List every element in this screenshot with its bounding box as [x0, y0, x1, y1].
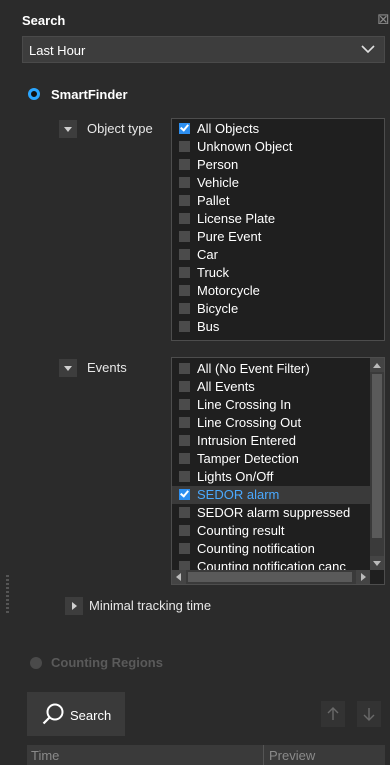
- arrow-down-icon: [363, 708, 375, 721]
- search-button[interactable]: Search: [27, 692, 125, 736]
- list-item[interactable]: Pallet: [172, 192, 384, 210]
- resize-grip[interactable]: [6, 575, 9, 615]
- list-item[interactable]: Intrusion Entered: [172, 432, 371, 450]
- list-item[interactable]: Line Crossing Out: [172, 414, 371, 432]
- object-type-expand-button[interactable]: [59, 120, 77, 138]
- tracking-expand-button[interactable]: [65, 597, 83, 615]
- list-item[interactable]: Truck: [172, 264, 384, 282]
- column-divider[interactable]: [263, 745, 264, 765]
- checkbox[interactable]: [179, 435, 190, 446]
- column-header-time[interactable]: Time: [31, 748, 59, 763]
- list-item[interactable]: All Objects: [172, 120, 384, 138]
- scroll-down-icon[interactable]: [370, 556, 384, 570]
- list-item[interactable]: All Events: [172, 378, 371, 396]
- scroll-thumb[interactable]: [372, 374, 382, 538]
- object-type-label: Object type: [87, 121, 153, 136]
- results-table-header: Time Preview: [27, 745, 385, 765]
- events-horizontal-scrollbar[interactable]: [172, 570, 370, 584]
- checkbox[interactable]: [179, 381, 190, 392]
- checkbox[interactable]: [179, 213, 190, 224]
- arrow-up-icon: [327, 707, 339, 720]
- list-item[interactable]: All (No Event Filter): [172, 360, 371, 378]
- search-icon: [42, 703, 64, 725]
- chevron-down-icon: [361, 45, 375, 54]
- time-range-dropdown[interactable]: Last Hour: [22, 36, 385, 63]
- tracking-label: Minimal tracking time: [89, 598, 212, 613]
- checkbox[interactable]: [179, 321, 190, 332]
- list-item[interactable]: License Plate: [172, 210, 384, 228]
- list-item[interactable]: Person: [172, 156, 384, 174]
- checkbox[interactable]: [179, 123, 190, 134]
- time-range-value: Last Hour: [29, 43, 86, 58]
- checkbox[interactable]: [179, 363, 190, 374]
- checkbox[interactable]: [179, 159, 190, 170]
- events-vertical-scrollbar[interactable]: [370, 358, 384, 570]
- scroll-up-icon[interactable]: [370, 358, 384, 372]
- checkbox[interactable]: [179, 543, 190, 554]
- checkbox[interactable]: [179, 417, 190, 428]
- list-item[interactable]: Line Crossing In: [172, 396, 371, 414]
- list-item[interactable]: Tamper Detection: [172, 450, 371, 468]
- checkbox[interactable]: [179, 249, 190, 260]
- checkbox[interactable]: [179, 285, 190, 296]
- checkbox[interactable]: [179, 489, 190, 500]
- checkbox[interactable]: [179, 141, 190, 152]
- list-item[interactable]: Bus: [172, 318, 384, 336]
- list-item[interactable]: Counting notification: [172, 540, 371, 558]
- checkbox[interactable]: [179, 177, 190, 188]
- checkbox[interactable]: [179, 231, 190, 242]
- list-item[interactable]: Lights On/Off: [172, 468, 371, 486]
- object-type-list[interactable]: All Objects Unknown Object Person Vehicl…: [171, 118, 385, 341]
- smartfinder-label: SmartFinder: [51, 87, 128, 102]
- list-item[interactable]: Bicycle: [172, 300, 384, 318]
- counting-regions-label: Counting Regions: [51, 655, 163, 670]
- events-expand-button[interactable]: [59, 359, 77, 377]
- move-up-button[interactable]: [321, 701, 345, 727]
- scroll-left-icon[interactable]: [172, 570, 186, 584]
- checkbox[interactable]: [179, 303, 190, 314]
- smartfinder-radio[interactable]: [28, 88, 40, 100]
- list-item[interactable]: Counting result: [172, 522, 371, 540]
- list-item-selected[interactable]: SEDOR alarm: [172, 486, 371, 504]
- scroll-thumb-horizontal[interactable]: [188, 572, 352, 582]
- checkbox[interactable]: [179, 525, 190, 536]
- checkbox[interactable]: [179, 471, 190, 482]
- search-button-label: Search: [70, 708, 112, 723]
- list-item[interactable]: Car: [172, 246, 384, 264]
- checkbox[interactable]: [179, 561, 190, 570]
- counting-regions-radio[interactable]: [30, 657, 42, 669]
- list-item[interactable]: Vehicle: [172, 174, 384, 192]
- column-header-preview[interactable]: Preview: [269, 748, 315, 763]
- panel-title: Search: [22, 13, 66, 28]
- scroll-right-icon[interactable]: [356, 570, 370, 584]
- list-item[interactable]: Pure Event: [172, 228, 384, 246]
- checkbox[interactable]: [179, 399, 190, 410]
- list-item[interactable]: Counting notification canc: [172, 558, 371, 570]
- list-item[interactable]: SEDOR alarm suppressed: [172, 504, 371, 522]
- checkbox[interactable]: [179, 267, 190, 278]
- checkbox[interactable]: [179, 453, 190, 464]
- move-down-button[interactable]: [357, 701, 381, 727]
- list-item[interactable]: Unknown Object: [172, 138, 384, 156]
- events-list[interactable]: All (No Event Filter) All Events Line Cr…: [171, 357, 385, 585]
- checkbox[interactable]: [179, 507, 190, 518]
- checkbox[interactable]: [179, 195, 190, 206]
- close-icon[interactable]: ⊠: [377, 10, 390, 24]
- list-item[interactable]: Motorcycle: [172, 282, 384, 300]
- events-label: Events: [87, 360, 127, 375]
